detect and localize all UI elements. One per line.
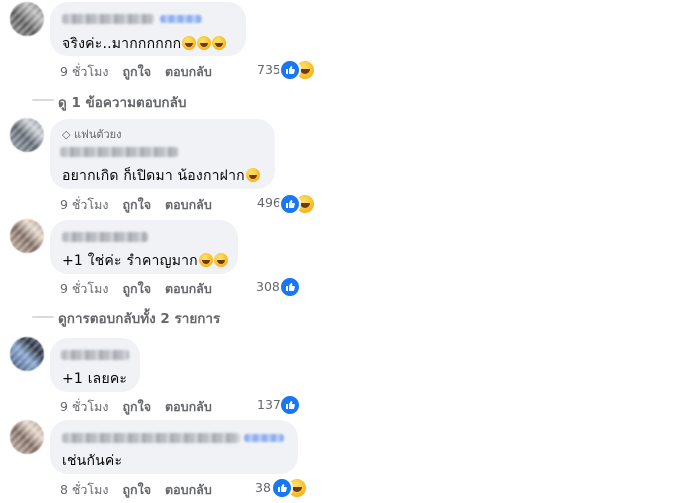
laugh-emoji (245, 168, 260, 182)
comment-bubble: +1 ใช่ค่ะ รำคาญมาก (50, 220, 238, 274)
reply-button[interactable]: ตอบกลับ (165, 197, 212, 212)
comment-text: จริงค่ะ..มากกกกกก (62, 36, 182, 52)
commenter-name[interactable] (62, 433, 240, 443)
like-icon (279, 276, 301, 298)
reply-button[interactable]: ตอบกลับ (165, 281, 212, 296)
reaction-summary[interactable] (279, 394, 301, 416)
avatar[interactable] (10, 420, 44, 454)
comment-time[interactable]: 9 ชั่วโมง (60, 197, 109, 212)
comment-bubble: จริงค่ะ..มากกกกกก (50, 2, 246, 56)
smile-emoji (213, 253, 228, 267)
comment-time[interactable]: 9 ชั่วโมง (60, 399, 109, 414)
rofl-emoji (197, 36, 212, 50)
reaction-summary[interactable] (279, 276, 301, 298)
like-button[interactable]: ถูกใจ (122, 197, 151, 212)
like-icon (279, 59, 301, 81)
comment-meta: 8 ชั่วโมง ถูกใจ ตอบกลับ (60, 480, 212, 500)
reply-connector (32, 99, 54, 101)
diamond-icon: ◇ (62, 128, 71, 141)
avatar[interactable] (10, 2, 44, 36)
reply-button[interactable]: ตอบกลับ (165, 399, 212, 414)
commenter-name[interactable] (62, 14, 154, 24)
view-replies-link[interactable]: ดูการตอบกลับทั้ง 2 รายการ (58, 307, 220, 329)
avatar[interactable] (10, 219, 44, 253)
comment-meta: 9 ชั่วโมง ถูกใจ ตอบกลับ (60, 397, 212, 417)
comment-bubble: เช่นกันค่ะ (50, 420, 298, 474)
fan-badge-label: แฟนตัวยง (73, 128, 122, 141)
like-button[interactable]: ถูกใจ (122, 281, 151, 296)
reaction-count[interactable]: 137 (257, 397, 281, 412)
rofl-emoji (212, 36, 227, 50)
comment-time[interactable]: 8 ชั่วโมง (60, 482, 109, 497)
reply-button[interactable]: ตอบกลับ (165, 482, 212, 497)
comment-meta: 9 ชั่วโมง ถูกใจ ตอบกลับ (60, 195, 212, 215)
comment-text: +1 เลยคะ (62, 371, 128, 387)
like-icon (279, 193, 301, 215)
avatar[interactable] (10, 337, 44, 371)
comment-thread: { "actions": { "like": "ถูกใจ", "reply":… (0, 0, 700, 503)
like-button[interactable]: ถูกใจ (122, 399, 151, 414)
avatar[interactable] (10, 118, 44, 152)
comment-time[interactable]: 9 ชั่วโมง (60, 281, 109, 296)
comment-meta: 9 ชั่วโมง ถูกใจ ตอบกลับ (60, 279, 212, 299)
smile-emoji (198, 253, 213, 267)
reaction-count[interactable]: 735 (257, 62, 281, 77)
reaction-count[interactable]: 308 (256, 279, 280, 294)
commenter-name[interactable] (60, 147, 178, 157)
comment-text: อยากเกิด ก็เปิดมา น้องกาฝาก (62, 168, 245, 184)
tagged-name[interactable] (160, 15, 202, 23)
reply-button[interactable]: ตอบกลับ (165, 64, 212, 79)
like-icon (279, 394, 301, 416)
fan-badge: ◇ แฟนตัวยง (62, 125, 122, 143)
like-icon (271, 477, 293, 499)
reaction-summary[interactable] (279, 193, 319, 215)
like-button[interactable]: ถูกใจ (122, 482, 151, 497)
comment-text: เช่นกันค่ะ (62, 453, 123, 469)
reaction-count[interactable]: 38 (255, 480, 271, 495)
like-button[interactable]: ถูกใจ (122, 64, 151, 79)
comment-time[interactable]: 9 ชั่วโมง (60, 64, 109, 79)
reaction-summary[interactable] (271, 477, 311, 499)
tagged-name[interactable] (244, 434, 284, 442)
comment-text: +1 ใช่ค่ะ รำคาญมาก (62, 253, 198, 269)
comment-meta: 9 ชั่วโมง ถูกใจ ตอบกลับ (60, 62, 212, 82)
reaction-summary[interactable] (279, 59, 319, 81)
reaction-count[interactable]: 496 (257, 195, 281, 210)
view-replies-link[interactable]: ดู 1 ข้อความตอบกลับ (58, 91, 186, 113)
comment-bubble: ◇ แฟนตัวยง อยากเกิด ก็เปิดมา น้องกาฝาก (50, 119, 275, 189)
rofl-emoji (182, 36, 197, 50)
reply-connector (32, 316, 54, 318)
comment-bubble: +1 เลยคะ (50, 338, 140, 392)
commenter-name[interactable] (62, 232, 148, 242)
commenter-name[interactable] (61, 350, 129, 360)
